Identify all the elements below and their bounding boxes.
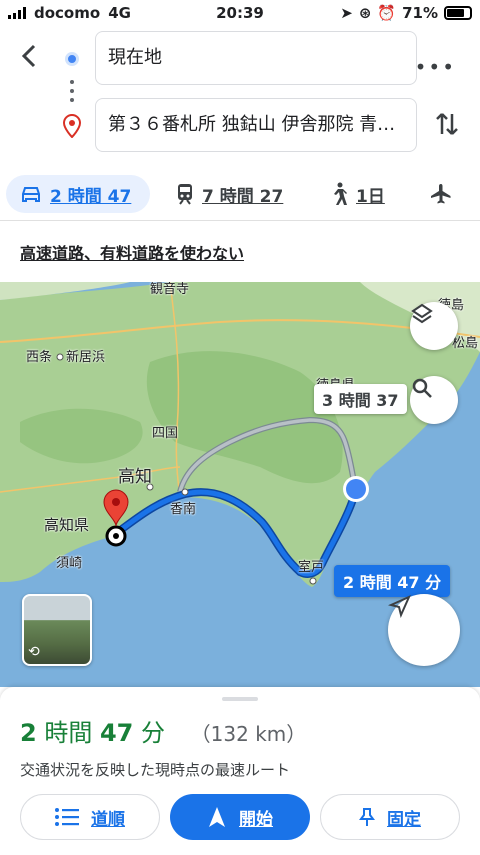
navigation-arrow-icon — [388, 595, 411, 618]
street-view-thumbnail[interactable]: ⟲ — [22, 594, 92, 666]
origin-input[interactable]: 現在地 — [95, 31, 417, 85]
map-label-konan: 香南 — [170, 502, 197, 517]
map-label-niihama: 新居浜 — [66, 350, 106, 365]
travel-mode-tabs: 2 時間 47 7 時間 27 1日 — [0, 172, 480, 216]
map-label-kannonji: 観音寺 — [150, 282, 190, 297]
search-along-route-button[interactable] — [410, 376, 458, 424]
duration-minutes-unit: 分 — [141, 719, 166, 747]
alt-route-label[interactable]: 3 時間 37 — [314, 384, 407, 414]
tab-driving-label: 2 時間 47 — [50, 186, 132, 207]
list-icon — [55, 808, 79, 826]
route-dots-icon — [70, 80, 74, 107]
pin-label: 固定 — [387, 809, 421, 830]
tab-driving[interactable]: 2 時間 47 — [6, 175, 150, 213]
swap-icon[interactable] — [436, 110, 458, 145]
more-options-icon[interactable]: ••• — [415, 55, 456, 79]
location-arrow-icon: ➤ — [340, 4, 353, 22]
battery-icon — [444, 6, 472, 20]
main-route-label[interactable]: 2 時間 47 分 — [334, 565, 451, 597]
start-button[interactable]: 開始 — [170, 794, 310, 840]
tab-walking[interactable]: 1日 — [330, 175, 385, 213]
rotate-360-icon: ⟲ — [28, 644, 40, 660]
steps-label: 道順 — [91, 809, 125, 830]
destination-pin-icon — [62, 113, 82, 142]
route-options-link[interactable]: 高速道路、有料道路を使わない — [20, 240, 244, 264]
duration-hours: 2 — [20, 719, 37, 747]
tab-flights[interactable] — [430, 175, 452, 213]
map-label-susaki: 須崎 — [56, 556, 83, 571]
battery-percent: 71% — [402, 4, 438, 22]
pin-icon — [359, 808, 375, 826]
route-distance: （132 km） — [190, 722, 307, 746]
walk-icon — [334, 182, 347, 205]
route-summary-sheet: 2 時間 47 分 （132 km） 交通状況を反映した現時点の最速ルート 道順… — [0, 687, 480, 855]
map-label-kochi-pref: 高知県 — [44, 516, 90, 534]
map-label-saijo: 西条 — [26, 350, 53, 365]
destination-input[interactable]: 第３６番札所 独鈷山 伊舎那院 青… — [95, 98, 417, 152]
duration-hours-unit: 時間 — [44, 719, 93, 747]
route-description: 交通状況を反映した現時点の最速ルート — [20, 761, 291, 779]
tab-transit[interactable]: 7 時間 27 — [176, 175, 283, 213]
status-bar: docomo 4G 20:39 ➤ ⊛ ⏰ 71% — [0, 0, 480, 28]
map-label-kochi: 高知 — [118, 467, 152, 487]
navigation-start-icon — [209, 807, 225, 827]
train-icon — [178, 184, 192, 205]
back-button[interactable] — [14, 40, 46, 72]
map-view[interactable]: 観音寺 西条 新居浜 徳島県 徳島 松島 四国 高知 高知県 須崎 香南 室戸 … — [0, 282, 480, 687]
map-label-shikoku: 四国 — [152, 426, 179, 441]
origin-dot-icon — [65, 52, 79, 66]
map-label-muroto: 室戸 — [298, 560, 325, 575]
route-duration: 2 時間 47 分 （132 km） — [20, 713, 306, 748]
alarm-icon: ⏰ — [377, 4, 397, 22]
plane-icon — [431, 184, 451, 204]
steps-button[interactable]: 道順 — [20, 794, 160, 840]
sheet-drag-handle[interactable] — [222, 697, 258, 701]
recenter-button[interactable] — [388, 594, 460, 666]
back-arrow-icon — [21, 44, 36, 68]
layers-icon — [411, 303, 433, 324]
start-label: 開始 — [239, 809, 273, 830]
tab-walking-label: 1日 — [356, 186, 385, 207]
tab-transit-label: 7 時間 27 — [202, 186, 284, 207]
layers-button[interactable] — [410, 302, 458, 350]
car-icon — [22, 187, 40, 202]
rotation-lock-icon: ⊛ — [358, 4, 372, 22]
divider — [0, 220, 480, 221]
duration-minutes: 47 — [99, 719, 134, 747]
search-icon — [412, 378, 432, 398]
pin-button[interactable]: 固定 — [320, 794, 460, 840]
